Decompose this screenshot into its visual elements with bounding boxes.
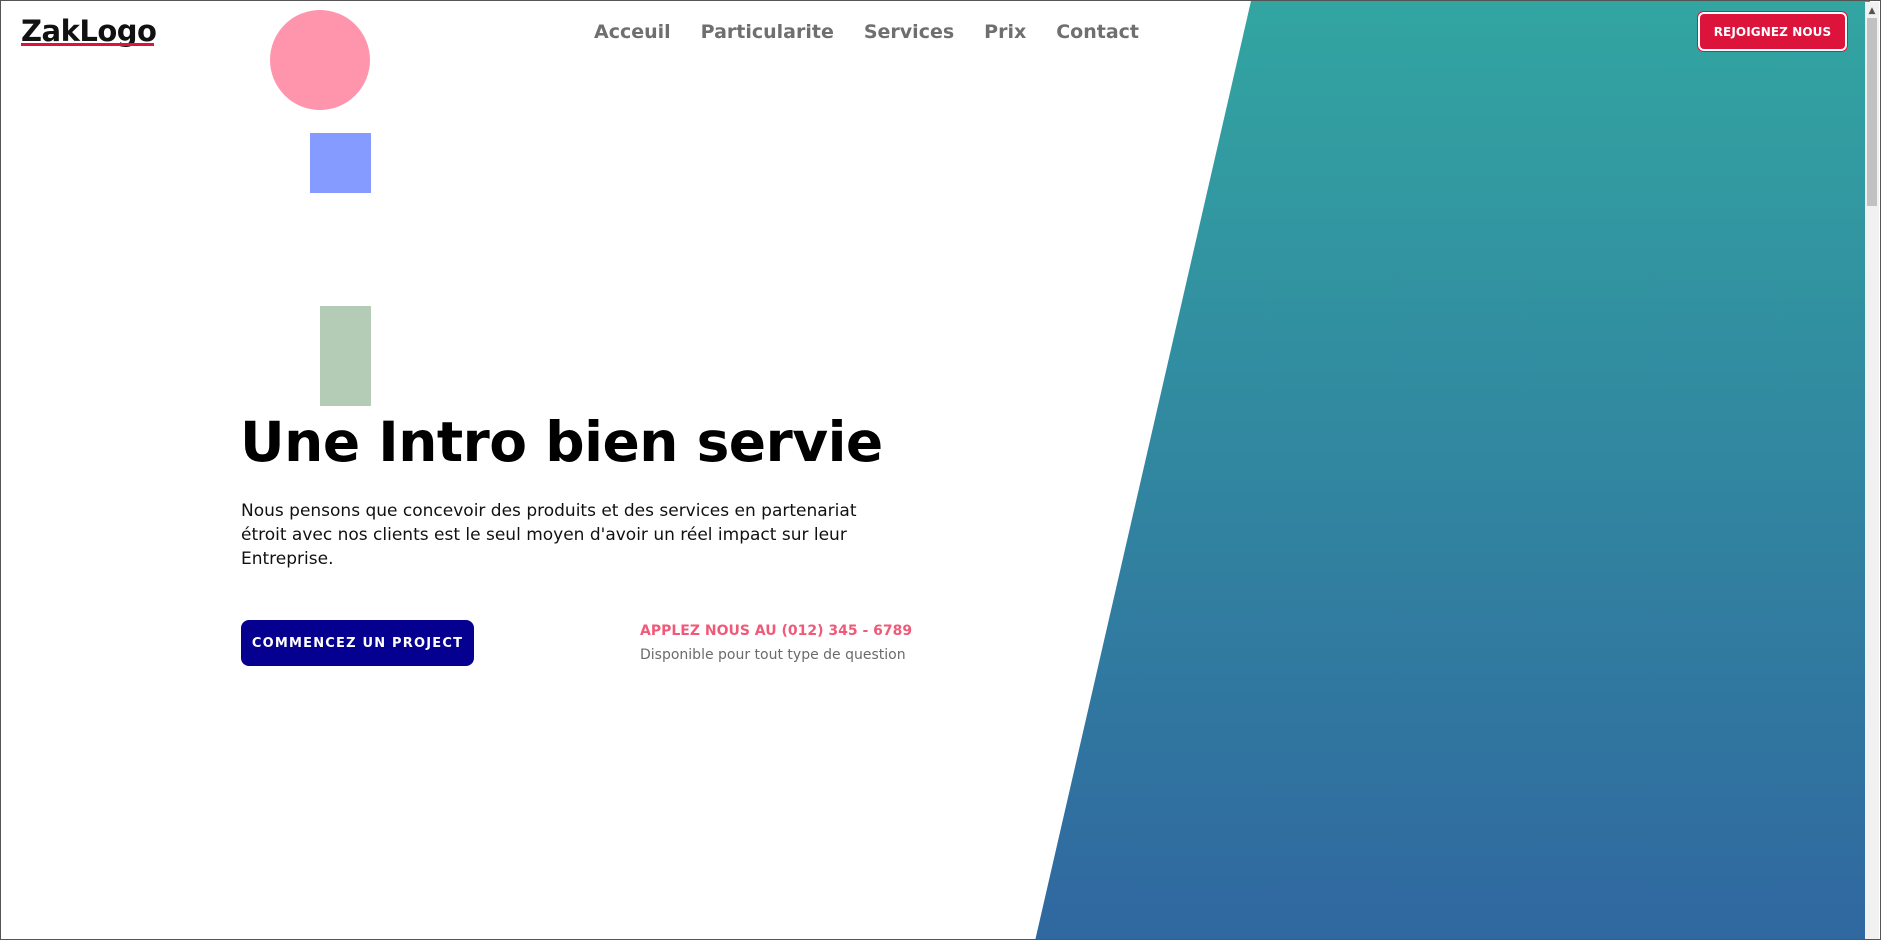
nav-item-prix[interactable]: Prix <box>984 19 1026 45</box>
main-nav: Acceuil Particularite Services Prix Cont… <box>594 19 1169 45</box>
vertical-scrollbar[interactable]: ▲ <box>1865 2 1879 939</box>
logo[interactable]: ZakLogo <box>21 13 157 49</box>
hero-title: Une Intro bien servie <box>240 410 883 474</box>
chevron-up-icon[interactable]: ▲ <box>1865 4 1879 18</box>
logo-underline <box>21 43 155 46</box>
page: ZakLogo Acceuil Particularite Services P… <box>0 0 1881 940</box>
hero-gradient-background <box>1035 1 1870 939</box>
nav-item-contact[interactable]: Contact <box>1056 19 1139 45</box>
decorative-rectangle <box>320 306 371 406</box>
phone-availability-text: Disponible pour tout type de question <box>640 647 906 663</box>
nav-item-services[interactable]: Services <box>864 19 954 45</box>
decorative-square <box>310 133 371 193</box>
decorative-circle <box>270 10 370 110</box>
start-project-button[interactable]: COMMENCEZ UN PROJECT <box>241 620 474 666</box>
join-button[interactable]: REJOIGNEZ NOUS <box>1698 12 1847 51</box>
nav-item-acceuil[interactable]: Acceuil <box>594 19 671 45</box>
phone-callout: APPLEZ NOUS AU (012) 345 - 6789 <box>640 623 913 639</box>
hero-description: Nous pensons que concevoir des produits … <box>241 501 857 569</box>
scrollbar-thumb[interactable] <box>1867 18 1877 206</box>
nav-item-particularite[interactable]: Particularite <box>701 19 834 45</box>
